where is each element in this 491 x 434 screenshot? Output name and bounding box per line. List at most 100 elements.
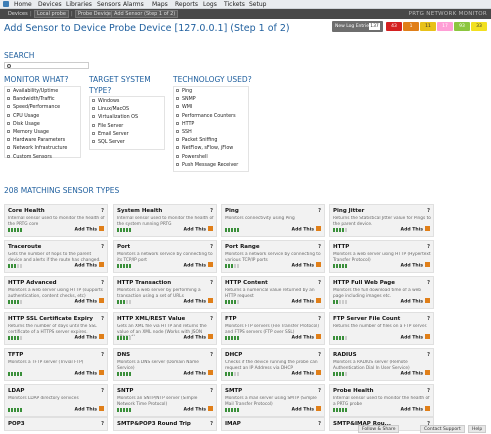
breadcrumb-item[interactable]: Add Sensor (Step 1 of 2) xyxy=(111,10,179,18)
status-badge[interactable]: 33 xyxy=(471,22,487,31)
sensor-card[interactable]: Ping Jitter? Returns the Statistical Jitt… xyxy=(329,204,434,237)
sensor-card[interactable]: System Health? Internal sensor used to mo… xyxy=(113,204,217,237)
add-this-button[interactable]: Add This xyxy=(75,225,104,234)
add-this-button[interactable]: Add This xyxy=(75,333,104,342)
add-this-button[interactable]: Add This xyxy=(292,333,321,342)
sensor-card[interactable]: Core Health? Internal sensor used to moni… xyxy=(4,204,108,237)
sensor-card[interactable]: Ping? Monitors connectivity using Ping Add… xyxy=(221,204,325,237)
add-this-button[interactable]: Add This xyxy=(184,405,213,414)
nav-item-alarms[interactable]: Alarms xyxy=(123,1,144,8)
add-this-button[interactable]: Add This xyxy=(401,297,430,306)
technology-filter-item[interactable]: Packet Sniffing xyxy=(176,137,217,144)
add-this-button[interactable]: Add This xyxy=(75,261,104,270)
help-icon[interactable]: ? xyxy=(318,208,321,215)
sensor-card[interactable]: Port Range? Monitors a network service by… xyxy=(221,240,325,273)
technology-filter-item[interactable]: Push Message Receiver xyxy=(176,162,238,169)
technology-filter-item[interactable]: Powershell xyxy=(176,154,208,161)
sensor-card[interactable]: HTTP? Monitors a web server using HTTP (H… xyxy=(329,240,434,273)
status-badge[interactable]: 11 xyxy=(420,22,436,31)
add-this-button[interactable]: Add This xyxy=(184,333,213,342)
status-badge[interactable]: 17 xyxy=(437,22,453,31)
nav-item-tickets[interactable]: Tickets xyxy=(224,1,245,8)
help-icon[interactable]: ? xyxy=(427,352,430,359)
help-icon[interactable]: ? xyxy=(101,421,104,428)
add-this-button[interactable]: Add This xyxy=(184,297,213,306)
add-this-button[interactable]: Add This xyxy=(184,261,213,270)
help-icon[interactable]: ? xyxy=(318,421,321,428)
status-badge[interactable]: 43 xyxy=(386,22,402,31)
help-icon[interactable]: ? xyxy=(101,280,104,287)
monitor-filter-item[interactable]: Disk Usage xyxy=(7,121,40,128)
help-icon[interactable]: ? xyxy=(427,208,430,215)
monitor-filter-item[interactable]: Memory Usage xyxy=(7,129,49,136)
technology-filter-item[interactable]: WMI xyxy=(176,104,192,111)
status-badge[interactable]: 1 xyxy=(403,22,419,31)
help-icon[interactable]: ? xyxy=(427,244,430,251)
target-filter-item[interactable]: Virtualization OS xyxy=(92,114,138,121)
add-this-button[interactable]: Add This xyxy=(401,225,430,234)
help-icon[interactable]: ? xyxy=(101,316,104,323)
sensor-card[interactable]: FTP Server File Count? Returns the number… xyxy=(329,312,434,345)
home-icon[interactable] xyxy=(3,1,9,7)
help-icon[interactable]: ? xyxy=(210,208,213,215)
target-filter-item[interactable]: File Server xyxy=(92,123,123,130)
nav-item-home[interactable]: Home xyxy=(14,1,32,8)
sensor-card[interactable]: HTTP Content? Returns a numerical value r… xyxy=(221,276,325,309)
status-badge[interactable]: 93 xyxy=(454,22,470,31)
technology-filter-item[interactable]: SNMP xyxy=(176,96,196,103)
contact-support-button[interactable]: Contact Support xyxy=(420,425,465,433)
sensor-card[interactable]: IMAP?Add This xyxy=(221,417,325,431)
nav-item-logs[interactable]: Logs xyxy=(203,1,217,8)
technology-filter-item[interactable]: SSH xyxy=(176,129,192,136)
help-icon[interactable]: ? xyxy=(427,388,430,395)
add-this-button[interactable]: Add This xyxy=(292,405,321,414)
help-icon[interactable]: ? xyxy=(210,316,213,323)
add-this-button[interactable]: Add This xyxy=(292,297,321,306)
sensor-card[interactable]: LDAP? Monitors LDAP directory services Add… xyxy=(4,384,108,417)
monitor-filter-item[interactable]: Availability/Uptime xyxy=(7,88,58,95)
monitor-filter-item[interactable]: Speed/Performance xyxy=(7,104,60,111)
help-icon[interactable]: ? xyxy=(101,244,104,251)
add-this-button[interactable]: Add This xyxy=(292,225,321,234)
breadcrumb-item[interactable]: Devices xyxy=(8,10,28,18)
sensor-card[interactable]: HTTP Advanced? Monitors a web server usin… xyxy=(4,276,108,309)
monitor-filter-item[interactable]: CPU Usage xyxy=(7,113,39,120)
help-icon[interactable]: ? xyxy=(427,316,430,323)
technology-filter-item[interactable]: Ping xyxy=(176,88,192,95)
sensor-card[interactable]: SMTP&POP3 Round Trip?Add This xyxy=(113,417,217,431)
monitor-filter-item[interactable]: Custom Sensors xyxy=(7,154,52,161)
help-icon[interactable]: ? xyxy=(318,316,321,323)
follow-share-button[interactable]: Follow & Share xyxy=(358,425,400,433)
add-this-button[interactable]: Add This xyxy=(292,261,321,270)
sensor-card[interactable]: FTP? Monitors FTP servers (File Transfer … xyxy=(221,312,325,345)
help-icon[interactable]: ? xyxy=(318,352,321,359)
help-icon[interactable]: ? xyxy=(101,388,104,395)
nav-item-libraries[interactable]: Libraries xyxy=(66,1,92,8)
help-icon[interactable]: ? xyxy=(210,244,213,251)
add-this-button[interactable]: Add This xyxy=(401,261,430,270)
help-icon[interactable]: ? xyxy=(318,244,321,251)
add-this-button[interactable]: Add This xyxy=(184,369,213,378)
technology-filter-item[interactable]: Performance Counters xyxy=(176,113,236,120)
sensor-card[interactable]: SNTP? Monitors an SNTP/NTP server (Simple… xyxy=(113,384,217,417)
monitor-filter-item[interactable]: Network Infrastructure xyxy=(7,145,67,152)
sensor-card[interactable]: HTTP Full Web Page? Monitors the full dow… xyxy=(329,276,434,309)
add-this-button[interactable]: Add This xyxy=(401,333,430,342)
sensor-card[interactable]: Port? Monitors a network service by conne… xyxy=(113,240,217,273)
technology-filter-item[interactable]: HTTP xyxy=(176,121,194,128)
sensor-card[interactable]: POP3?Add This xyxy=(4,417,108,431)
help-icon[interactable]: ? xyxy=(210,421,213,428)
breadcrumb-item[interactable]: Local probe xyxy=(34,10,69,18)
sensor-card[interactable]: HTTP XML/REST Value? Gets an XML file via… xyxy=(113,312,217,345)
sensor-card[interactable]: Traceroute? Gets the number of hops to th… xyxy=(4,240,108,273)
add-this-button[interactable]: Add This xyxy=(401,405,430,414)
add-this-button[interactable]: Add This xyxy=(292,369,321,378)
nav-item-sensors[interactable]: Sensors xyxy=(97,1,121,8)
help-icon[interactable]: ? xyxy=(427,280,430,287)
target-filter-item[interactable]: SQL Server xyxy=(92,139,125,146)
new-log-entries[interactable]: New Log Entries 137 xyxy=(332,21,383,32)
nav-item-devices[interactable]: Devices xyxy=(38,1,62,8)
help-icon[interactable]: ? xyxy=(318,388,321,395)
nav-item-setup[interactable]: Setup xyxy=(249,1,266,8)
sensor-card[interactable]: TFTP? Monitors a TFTP server (Trivial FTP… xyxy=(4,348,108,381)
